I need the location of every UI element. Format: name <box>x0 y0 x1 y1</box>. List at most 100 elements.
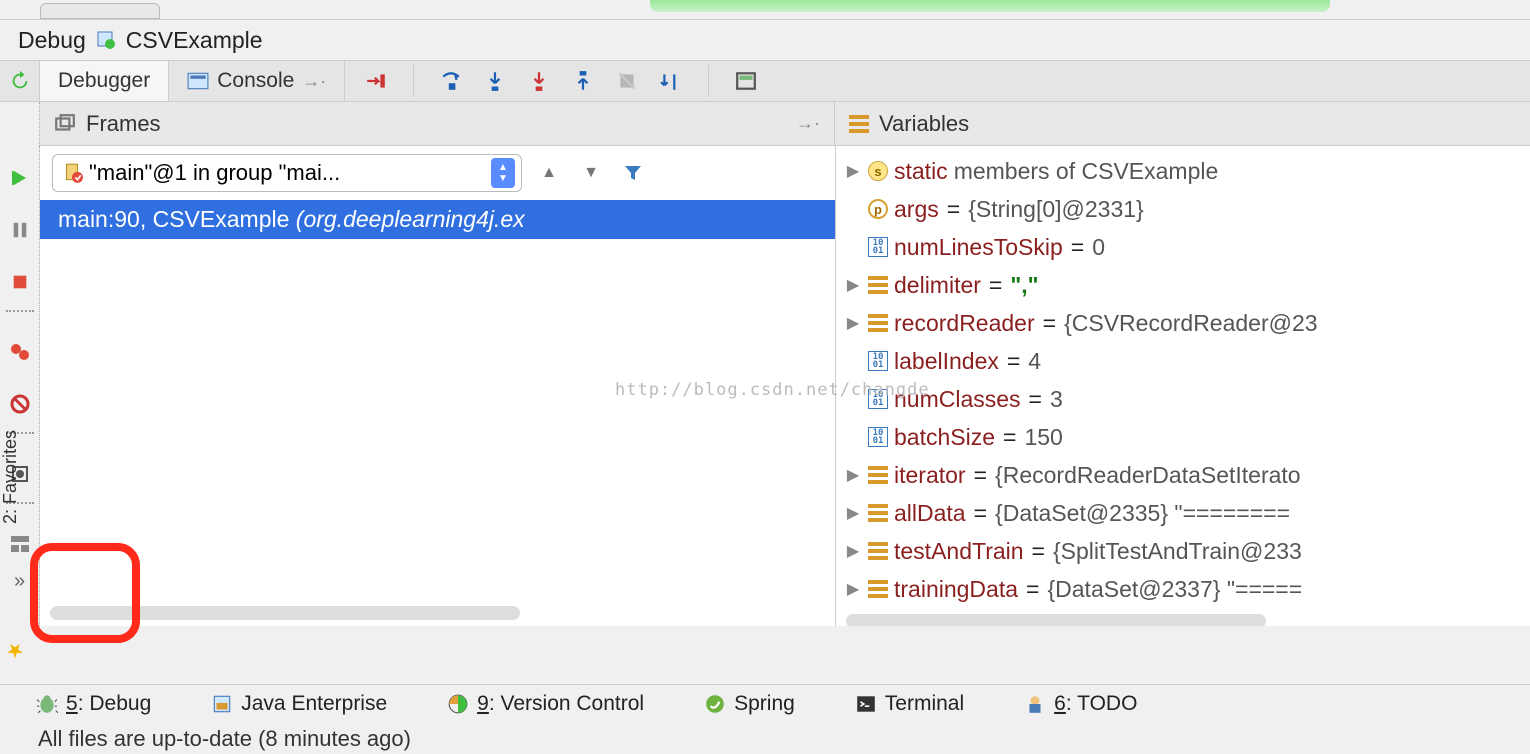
var-type-icon: 10 01 <box>868 351 888 371</box>
spring-icon <box>704 693 726 715</box>
todo-icon <box>1024 693 1046 715</box>
favorites-sidebar-tab[interactable]: 2: Favorites <box>0 430 21 524</box>
frames-panel: "main"@1 in group "mai... ▲▼ ▲ ▼ main:90… <box>40 146 836 626</box>
var-type-icon <box>868 276 888 294</box>
expander-icon[interactable]: ▶ <box>844 503 862 523</box>
expander-icon[interactable]: ▶ <box>844 275 862 295</box>
tab-console[interactable]: Console →· <box>169 61 345 101</box>
var-type-icon: p <box>868 199 888 219</box>
force-step-into-icon[interactable] <box>528 70 550 92</box>
expander-icon[interactable]: ▶ <box>844 541 862 561</box>
next-frame-button[interactable]: ▼ <box>576 158 606 188</box>
evaluate-expression-icon[interactable] <box>735 70 757 92</box>
var-value: {String[0]@2331} <box>968 196 1144 223</box>
view-breakpoints-button[interactable] <box>6 338 34 366</box>
step-toolbar <box>345 61 777 101</box>
variables-icon <box>849 115 869 133</box>
var-name: delimiter <box>894 272 981 299</box>
run-config-name: CSVExample <box>126 27 263 54</box>
debug-side-toolbar: » <box>0 146 40 626</box>
var-value: 4 <box>1028 348 1041 375</box>
tab-debugger[interactable]: Debugger <box>40 61 169 101</box>
variable-row[interactable]: ▶sstatic members of CSVExample <box>836 152 1530 190</box>
var-name: static <box>894 158 948 185</box>
variable-row[interactable]: 10 01numLinesToSkip = 0 <box>836 228 1530 266</box>
variable-row[interactable]: ▶iterator = {RecordReaderDataSetIterato <box>836 456 1530 494</box>
pin-icon: →· <box>302 71 326 92</box>
bottom-tab-debug[interactable]: 5: Debug <box>36 692 151 716</box>
var-value: 3 <box>1050 386 1063 413</box>
var-name: allData <box>894 500 966 527</box>
favorites-label: 2: Favorites <box>0 430 21 524</box>
vars-scrollbar[interactable] <box>846 614 1266 626</box>
console-icon <box>187 70 209 92</box>
thread-spinner[interactable]: ▲▼ <box>491 158 515 188</box>
frames-icon <box>54 113 76 135</box>
stop-button[interactable] <box>6 268 34 296</box>
var-value: {RecordReaderDataSetIterato <box>995 462 1301 489</box>
step-over-icon[interactable] <box>440 70 462 92</box>
expander-icon[interactable]: ▶ <box>844 579 862 599</box>
bottom-tab-todo[interactable]: 6: TODO <box>1024 692 1137 716</box>
variable-row[interactable]: 10 01numClasses = 3 <box>836 380 1530 418</box>
bottom-tab-terminal[interactable]: Terminal <box>855 692 964 716</box>
panels-header: Frames →· Variables <box>0 102 1530 146</box>
variable-row[interactable]: 10 01batchSize = 150 <box>836 418 1530 456</box>
bottom-tab-vcs[interactable]: 9: Version Control <box>447 692 644 716</box>
pause-button[interactable] <box>6 216 34 244</box>
expander-icon[interactable]: ▶ <box>844 161 862 181</box>
rerun-button[interactable] <box>0 61 40 101</box>
variable-row[interactable]: ▶recordReader = {CSVRecordReader@23 <box>836 304 1530 342</box>
variable-row[interactable]: ▶testAndTrain = {SplitTestAndTrain@233 <box>836 532 1530 570</box>
frame-method: main:90, CSVExample <box>58 206 289 232</box>
progress-strip <box>650 0 1330 12</box>
bottom-tab-spring[interactable]: Spring <box>704 692 795 716</box>
var-type-icon <box>868 580 888 598</box>
variables-panel: ▶sstatic members of CSVExamplepargs = {S… <box>836 146 1530 626</box>
resume-button[interactable] <box>6 164 34 192</box>
thread-label: "main"@1 in group "mai... <box>89 160 485 186</box>
step-out-icon[interactable] <box>572 70 594 92</box>
expander-icon[interactable]: ▶ <box>844 313 862 333</box>
debug-header: Debug CSVExample <box>0 20 1530 60</box>
show-execution-point-icon[interactable] <box>365 70 387 92</box>
stack-frame[interactable]: main:90, CSVExample (org.deeplearning4j.… <box>40 200 835 239</box>
variable-row[interactable]: pargs = {String[0]@2331} <box>836 190 1530 228</box>
frames-scrollbar[interactable] <box>50 606 520 620</box>
bottom-tool-tabs: 5: Debug Java Enterprise 9: Version Cont… <box>0 684 1530 722</box>
step-into-icon[interactable] <box>484 70 506 92</box>
status-text: All files are up-to-date (8 minutes ago) <box>38 726 411 752</box>
drop-frame-icon[interactable] <box>616 70 638 92</box>
frames-title: Frames <box>86 111 161 137</box>
variables-title: Variables <box>879 111 969 137</box>
var-name: args <box>894 196 939 223</box>
var-value: 0 <box>1092 234 1105 261</box>
var-type-icon <box>868 466 888 484</box>
var-name: numLinesToSkip <box>894 234 1063 261</box>
var-type-icon <box>868 504 888 522</box>
var-type-icon: 10 01 <box>868 237 888 257</box>
variable-row[interactable]: ▶allData = {DataSet@2335} "======== <box>836 494 1530 532</box>
thread-icon <box>61 162 83 184</box>
more-button[interactable]: » <box>8 564 31 599</box>
vcs-icon <box>447 693 469 715</box>
variable-row[interactable]: ▶trainingData = {DataSet@2337} "===== <box>836 570 1530 608</box>
filter-frames-button[interactable] <box>618 158 648 188</box>
var-name: iterator <box>894 462 966 489</box>
editor-tab-placeholder[interactable] <box>40 3 160 19</box>
var-value: {DataSet@2335} "======== <box>995 500 1290 527</box>
thread-selector[interactable]: "main"@1 in group "mai... ▲▼ <box>52 154 522 192</box>
var-name: labelIndex <box>894 348 999 375</box>
settings-button[interactable] <box>6 530 34 558</box>
expander-icon[interactable]: ▶ <box>844 465 862 485</box>
todo-key: 6 <box>1054 692 1066 715</box>
pin-icon[interactable]: →· <box>796 113 820 134</box>
var-type-icon: 10 01 <box>868 427 888 447</box>
bottom-tab-java-ee[interactable]: Java Enterprise <box>211 692 387 716</box>
mute-breakpoints-button[interactable] <box>6 390 34 418</box>
prev-frame-button[interactable]: ▲ <box>534 158 564 188</box>
variable-row[interactable]: ▶delimiter = "," <box>836 266 1530 304</box>
run-to-cursor-icon[interactable] <box>660 70 682 92</box>
variable-row[interactable]: 10 01labelIndex = 4 <box>836 342 1530 380</box>
tab-console-label: Console <box>217 69 294 93</box>
